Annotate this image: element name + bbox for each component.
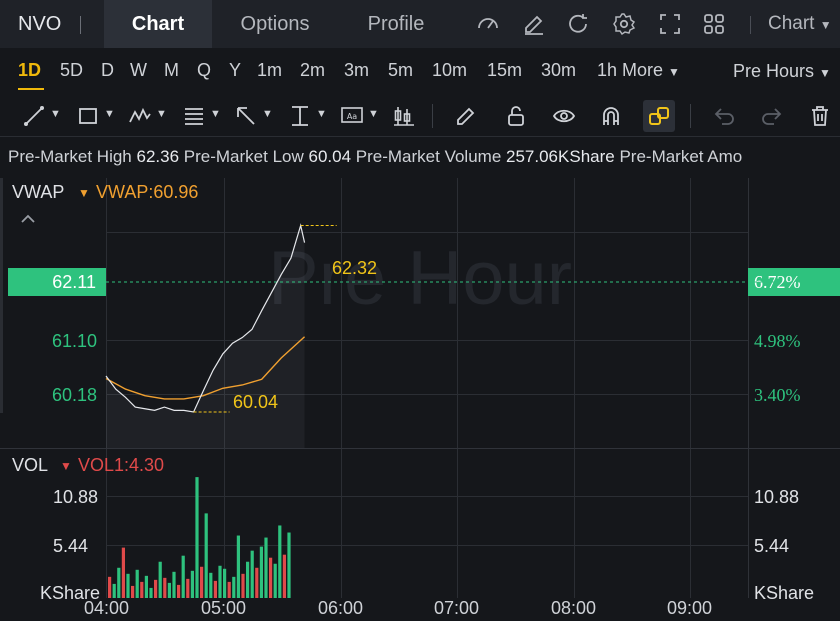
time-tick: 06:00 — [318, 598, 364, 618]
time-tick: 08:00 — [551, 598, 597, 618]
low-marker-label: 60.04 — [233, 392, 279, 412]
volume-bar — [135, 569, 139, 598]
volume-bar — [236, 535, 240, 598]
volume-bar — [204, 513, 208, 598]
volume-bar — [140, 581, 144, 598]
volume-bar — [186, 578, 190, 598]
volume-bar — [264, 537, 268, 598]
volume-bar — [232, 576, 236, 598]
volume-bar — [154, 579, 158, 598]
chevron-down-icon[interactable]: ▼ — [60, 459, 72, 473]
volume-bar — [144, 575, 148, 598]
volume-bar — [246, 561, 250, 598]
time-tick: 05:00 — [201, 598, 247, 618]
volume-bar — [241, 573, 245, 598]
volume-bar — [209, 572, 213, 598]
volume-bar — [131, 585, 135, 598]
volume-bar — [108, 576, 112, 598]
volume-bar — [167, 582, 171, 598]
volume-bar — [282, 554, 286, 598]
price-area — [106, 225, 305, 448]
volume-bar — [172, 571, 176, 598]
volume-bar — [250, 550, 254, 598]
volume-tick: 10.88 — [53, 487, 99, 507]
volume-bar — [149, 587, 153, 598]
volume-bar — [259, 546, 263, 598]
volume-tick: 5.44 — [754, 536, 790, 556]
volume-bar — [213, 580, 217, 598]
volume-value: VOL1:4.30 — [78, 455, 165, 475]
volume-bar — [273, 563, 277, 598]
price-chart[interactable] — [0, 0, 840, 621]
high-marker-label: 62.32 — [332, 258, 378, 278]
volume-bar — [163, 577, 167, 598]
volume-bar — [112, 583, 116, 598]
volume-bar — [195, 477, 199, 598]
volume-bar — [287, 532, 291, 598]
volume-bar — [158, 561, 162, 598]
volume-bar — [181, 555, 185, 598]
volume-bar — [190, 570, 194, 598]
volume-tick: 10.88 — [754, 487, 800, 507]
time-tick: 04:00 — [84, 598, 130, 618]
time-tick: 09:00 — [667, 598, 713, 618]
volume-bar — [227, 581, 231, 598]
volume-bar — [117, 567, 121, 598]
volume-tick: 5.44 — [53, 536, 89, 556]
volume-bar — [177, 584, 181, 598]
volume-bar — [121, 547, 125, 598]
volume-unit: KShare — [754, 583, 815, 603]
volume-bar — [218, 565, 222, 598]
volume-indicator-label[interactable]: VOL — [12, 455, 48, 476]
time-tick: 07:00 — [434, 598, 480, 618]
volume-bar — [200, 566, 204, 598]
volume-bar — [278, 525, 282, 598]
volume-bar — [269, 557, 273, 598]
volume-bar — [126, 573, 130, 598]
volume-bar — [223, 568, 227, 598]
volume-bar — [255, 567, 259, 598]
